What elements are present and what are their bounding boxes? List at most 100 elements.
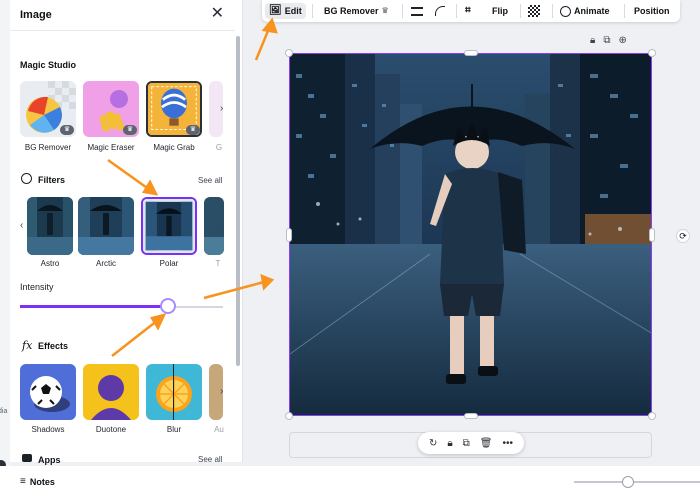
magic-studio-heading: Magic Studio — [20, 60, 76, 70]
page-actions: 🔒︎ ⧉ ⊕ — [590, 35, 627, 46]
filter-arctic-tile[interactable] — [78, 197, 134, 255]
resize-handle[interactable] — [648, 49, 656, 57]
add-page-icon[interactable]: ⊕ — [618, 35, 626, 46]
resize-handle[interactable] — [285, 412, 293, 420]
magic-grab-tile[interactable]: ♛ — [146, 81, 202, 137]
flip-button[interactable]: Flip — [492, 3, 508, 19]
crown-icon: ♛ — [186, 125, 200, 135]
duplicate-page-icon[interactable]: ⧉ — [603, 35, 610, 46]
resize-handle[interactable] — [648, 412, 656, 420]
filters-heading: Filters — [38, 175, 66, 185]
filter-arctic-thumbnail — [78, 197, 134, 255]
effect-label: Blur — [166, 425, 182, 434]
filter-label: T — [215, 259, 221, 268]
bg-remover-button-label: BG Remover — [324, 6, 379, 16]
magic-eraser-tile[interactable]: ♛ — [83, 81, 139, 137]
bg-remover-tile[interactable]: ♛ — [20, 81, 76, 137]
left-sidebar-strip: dia — [0, 0, 10, 494]
resize-handle[interactable] — [464, 413, 478, 419]
edit-button-label: Edit — [284, 6, 302, 16]
edit-button[interactable]: 🖼 Edit — [265, 3, 306, 19]
position-button-label: Position — [634, 6, 670, 16]
design-canvas[interactable] — [289, 53, 652, 416]
effect-shadows-thumbnail — [20, 364, 76, 420]
magic-studio-label: G — [215, 143, 223, 152]
bg-remover-button[interactable]: BG Remover ♛ — [324, 3, 389, 19]
effect-duotone-tile[interactable] — [83, 364, 139, 420]
apps-see-all-link[interactable]: See all — [198, 455, 222, 464]
divider — [552, 4, 553, 18]
close-icon[interactable]: ✕ — [211, 6, 224, 22]
chevron-right-icon[interactable]: › — [220, 386, 223, 397]
animate-icon — [560, 5, 571, 17]
corner-radius-icon — [435, 6, 445, 16]
effects-icon: fx — [22, 339, 33, 352]
duplicate-icon[interactable]: ⧉ — [463, 438, 470, 449]
filter-label: Polar — [159, 259, 179, 268]
magic-studio-label: Magic Grab — [153, 143, 195, 152]
arrow-to-edit — [254, 25, 272, 61]
more-icon[interactable]: ••• — [502, 438, 513, 449]
trash-icon[interactable]: 🗑︎ — [480, 438, 493, 449]
intensity-slider-thumb[interactable] — [160, 298, 177, 314]
effect-blur-tile[interactable] — [146, 364, 202, 420]
element-context-menu: ↻ 🔒︎ ⧉ 🗑︎ ••• — [418, 432, 524, 454]
corner-rounding-button[interactable] — [435, 3, 445, 19]
apps-heading: Apps — [38, 455, 61, 465]
filter-astro-tile[interactable] — [27, 197, 73, 255]
position-button[interactable]: Position — [634, 3, 670, 19]
divider — [312, 4, 313, 18]
divider — [624, 4, 625, 18]
intensity-label: Intensity — [20, 282, 54, 292]
filter-polar-tile[interactable] — [141, 197, 197, 255]
border-style-button[interactable] — [411, 3, 423, 19]
filter-label: Arctic — [96, 259, 116, 268]
regenerate-icon[interactable]: ↻ — [429, 438, 437, 449]
animate-button[interactable]: Animate — [560, 3, 610, 19]
chevron-right-icon[interactable]: › — [220, 103, 223, 114]
panel-scrollbar[interactable] — [236, 36, 240, 366]
transparency-button[interactable] — [528, 3, 540, 19]
crop-button[interactable]: ⌗ — [465, 3, 471, 19]
crown-icon: ♛ — [60, 125, 74, 135]
border-lines-icon — [411, 6, 423, 16]
panel-title: Image — [20, 9, 52, 21]
notes-icon: ≡ — [20, 476, 26, 487]
intensity-slider-fill — [20, 305, 169, 308]
magic-studio-label: Magic Eraser — [87, 143, 135, 152]
animate-button-label: Animate — [574, 6, 610, 16]
filters-see-all-link[interactable]: See all — [198, 176, 222, 185]
image-toolbar: 🖼 Edit BG Remover ♛ ⌗ Flip Animate Posit… — [262, 0, 680, 22]
resize-handle[interactable] — [464, 50, 478, 56]
magic-studio-label: BG Remover — [24, 143, 72, 152]
crown-icon: ♛ — [381, 6, 389, 15]
filter-label: Astro — [40, 259, 60, 268]
bottom-bar — [0, 466, 700, 494]
effect-duotone-thumbnail — [83, 364, 139, 420]
effect-blur-thumbnail — [146, 364, 202, 420]
divider — [520, 4, 521, 18]
transparency-icon — [528, 5, 540, 17]
apps-icon — [22, 454, 32, 462]
filter-astro-thumbnail — [27, 197, 73, 255]
zoom-slider-thumb[interactable] — [622, 476, 634, 488]
effect-shadows-tile[interactable] — [20, 364, 76, 420]
rotate-icon[interactable]: ⟳ — [676, 229, 690, 243]
lock-icon[interactable]: 🔒︎ — [447, 438, 452, 449]
lock-icon[interactable]: 🔒︎ — [590, 35, 595, 46]
divider — [402, 4, 403, 18]
chevron-left-icon[interactable]: ‹ — [20, 220, 23, 231]
notes-button[interactable]: ≡ Notes — [20, 476, 55, 487]
chevron-right-icon[interactable]: › — [220, 220, 223, 231]
zoom-slider-track[interactable] — [574, 481, 700, 483]
resize-handle[interactable] — [649, 228, 655, 242]
arrowhead — [260, 274, 275, 291]
effect-label: Shadows — [31, 425, 65, 434]
filter-polar-thumbnail — [143, 199, 195, 253]
resize-handle[interactable] — [286, 228, 292, 242]
left-strip-text: dia — [0, 408, 8, 415]
divider — [456, 4, 457, 18]
effects-heading: Effects — [38, 341, 69, 351]
canvas-image — [290, 54, 651, 415]
resize-handle[interactable] — [285, 49, 293, 57]
